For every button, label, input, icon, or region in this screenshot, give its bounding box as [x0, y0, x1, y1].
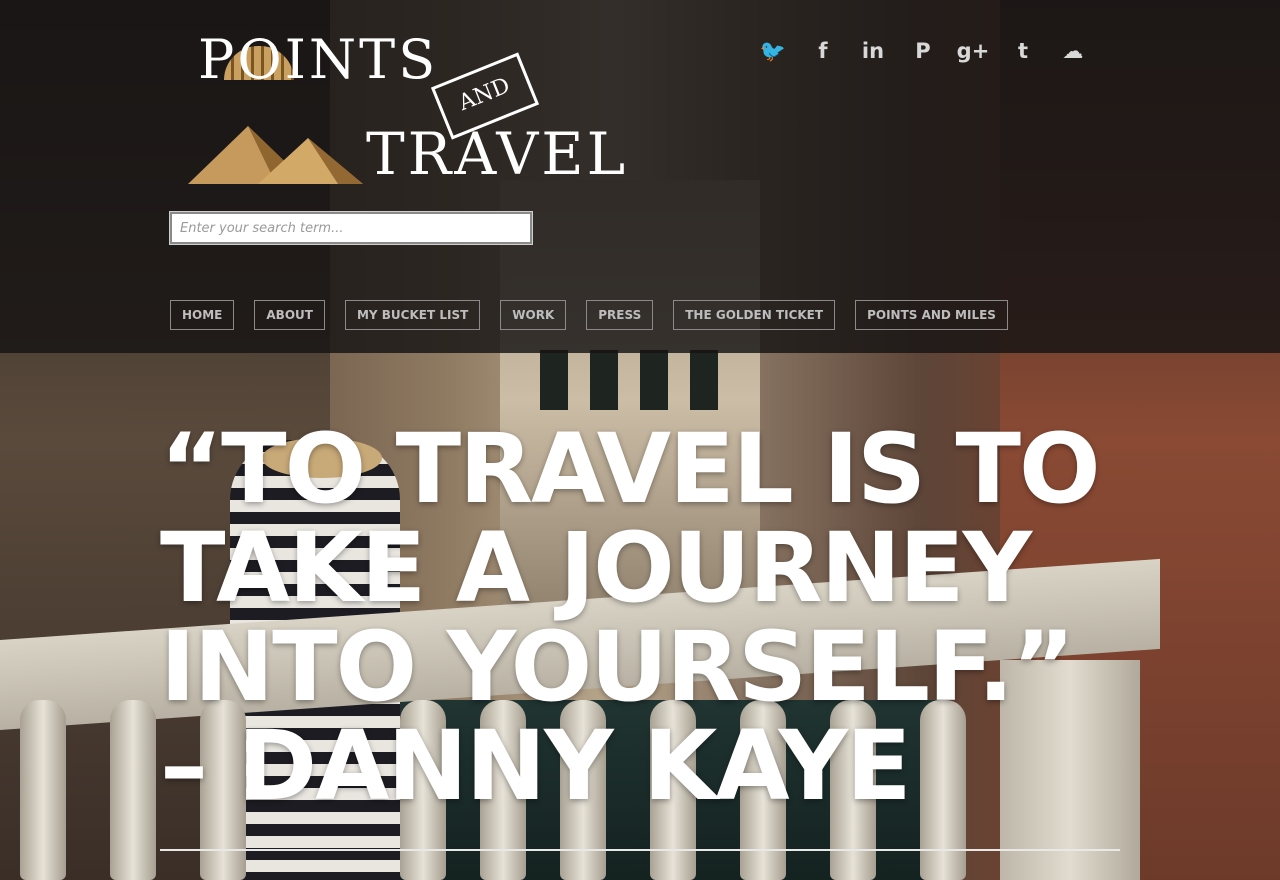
linkedin-icon[interactable]: in: [848, 34, 898, 68]
quote-divider: [160, 849, 1120, 851]
nav-my-bucket-list[interactable]: MY BUCKET LIST: [344, 300, 481, 330]
googleplus-icon[interactable]: g+: [948, 34, 998, 68]
twitter-icon[interactable]: 🐦: [748, 34, 798, 68]
site-header: POINTS AND TRAVEL 🐦 f in P g+ t ☁ HOME A…: [0, 0, 1280, 353]
facebook-icon[interactable]: f: [798, 34, 848, 68]
logo-word-travel: TRAVEL: [366, 120, 629, 188]
nav-home[interactable]: HOME: [170, 300, 235, 330]
nav-the-golden-ticket[interactable]: THE GOLDEN TICKET: [673, 300, 836, 330]
site-logo[interactable]: POINTS AND TRAVEL: [188, 28, 625, 193]
pyramids-logo-art: [188, 126, 363, 184]
pinterest-icon[interactable]: P: [898, 34, 948, 68]
logo-word-points: POINTS: [198, 28, 439, 91]
soundcloud-icon[interactable]: ☁: [1048, 34, 1098, 68]
social-links: 🐦 f in P g+ t ☁: [748, 34, 1098, 68]
nav-press[interactable]: PRESS: [586, 300, 654, 330]
hero-quote: “To travel is to take a journey into you…: [160, 413, 1101, 822]
tumblr-icon[interactable]: t: [998, 34, 1048, 68]
nav-points-and-miles[interactable]: POINTS AND MILES: [855, 300, 1008, 330]
search-input[interactable]: [169, 211, 533, 245]
main-nav: HOME ABOUT MY BUCKET LIST WORK PRESS THE…: [170, 300, 1028, 330]
nav-about[interactable]: ABOUT: [254, 300, 325, 330]
nav-work[interactable]: WORK: [500, 300, 567, 330]
